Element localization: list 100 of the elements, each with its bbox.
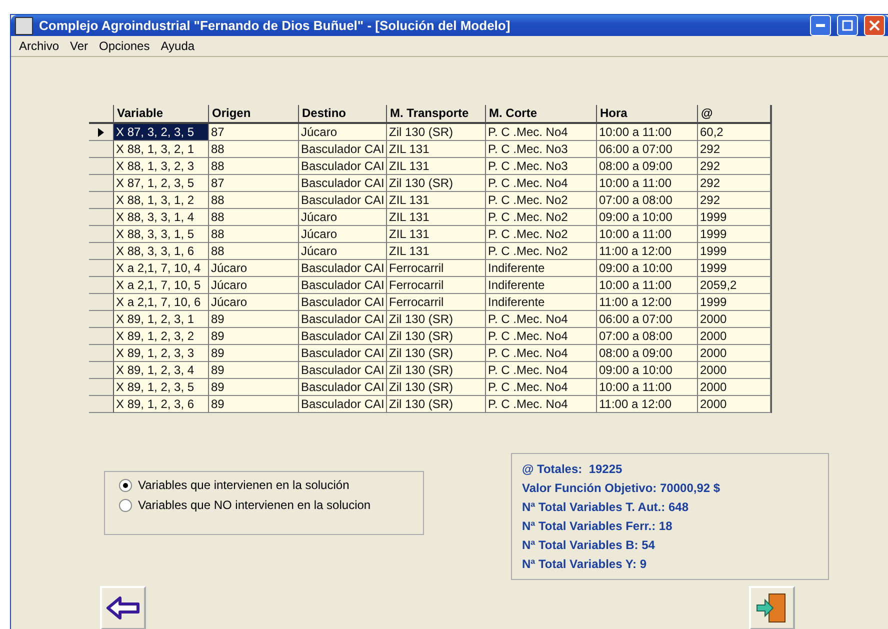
table-cell: 89 — [209, 362, 299, 379]
column-header[interactable]: Hora — [597, 105, 698, 124]
table-cell: 2000 — [698, 311, 771, 328]
column-header[interactable]: M. Corte — [486, 105, 597, 124]
row-selector[interactable] — [89, 311, 114, 328]
row-selector[interactable] — [89, 175, 114, 192]
row-selector[interactable] — [89, 260, 114, 277]
table-cell: X 88, 1, 3, 2, 1 — [114, 141, 209, 158]
table-cell: Zil 130 (SR) — [387, 175, 486, 192]
column-header[interactable]: Variable — [114, 105, 209, 124]
table-cell: X 89, 1, 2, 3, 3 — [114, 345, 209, 362]
table-cell: 88 — [209, 141, 299, 158]
menu-item[interactable]: Ver — [70, 39, 88, 53]
close-button[interactable] — [864, 15, 885, 36]
table-cell: P. C .Mec. No4 — [486, 328, 597, 345]
row-selector[interactable] — [89, 396, 114, 413]
table-cell: P. C .Mec. No4 — [486, 379, 597, 396]
maximize-icon — [842, 20, 853, 31]
table-cell: Basculador CAI — [299, 362, 387, 379]
column-header[interactable]: @ — [698, 105, 771, 124]
table-cell: Zil 130 (SR) — [387, 311, 486, 328]
table-cell: Basculador CAI — [299, 260, 387, 277]
table-cell: 292 — [698, 141, 771, 158]
table-cell: X a 2,1, 7, 10, 6 — [114, 294, 209, 311]
minimize-button[interactable] — [810, 15, 831, 36]
row-selector[interactable] — [89, 209, 114, 226]
table-cell: 2059,2 — [698, 277, 771, 294]
table-cell: 60,2 — [698, 124, 771, 141]
totals-line: Nª Total Variables Y: 9 — [522, 557, 648, 571]
row-selector[interactable] — [89, 124, 114, 141]
column-header[interactable]: M. Transporte — [387, 105, 486, 124]
totals-line: @ Totales: 19225 — [522, 462, 624, 476]
table-cell: Basculador CAI — [299, 379, 387, 396]
table-cell: 88 — [209, 226, 299, 243]
left-arrow-icon — [106, 596, 140, 620]
table-cell: 2000 — [698, 362, 771, 379]
table-cell: 1999 — [698, 226, 771, 243]
row-pointer-icon — [98, 128, 104, 136]
table-cell: P. C .Mec. No3 — [486, 141, 597, 158]
menu-item[interactable]: Ayuda — [160, 39, 195, 53]
table-cell: X 88, 3, 3, 1, 4 — [114, 209, 209, 226]
table-cell: 88 — [209, 192, 299, 209]
table-cell: Júcaro — [299, 124, 387, 141]
table-cell: X 88, 1, 3, 2, 3 — [114, 158, 209, 175]
table-cell: 89 — [209, 311, 299, 328]
row-selector[interactable] — [89, 192, 114, 209]
table-cell: 11:00 a 12:00 — [597, 294, 698, 311]
table-cell: X 88, 3, 3, 1, 5 — [114, 226, 209, 243]
row-selector[interactable] — [89, 345, 114, 362]
row-selector[interactable] — [89, 226, 114, 243]
menu-item[interactable]: Opciones — [99, 39, 150, 53]
column-header[interactable]: Origen — [209, 105, 299, 124]
table-cell: 11:00 a 12:00 — [597, 243, 698, 260]
maximize-button[interactable] — [837, 15, 858, 36]
table-cell: X 89, 1, 2, 3, 5 — [114, 379, 209, 396]
table-cell: Zil 130 (SR) — [387, 124, 486, 141]
radio-option[interactable]: Variables que NO intervienen en la solucion — [119, 498, 409, 512]
table-cell: 292 — [698, 192, 771, 209]
table-cell: P. C .Mec. No3 — [486, 158, 597, 175]
row-selector[interactable] — [89, 379, 114, 396]
table-cell: Júcaro — [209, 260, 299, 277]
table-cell: 88 — [209, 209, 299, 226]
row-selector[interactable] — [89, 362, 114, 379]
table-cell: 87 — [209, 175, 299, 192]
row-selector[interactable] — [89, 243, 114, 260]
table-cell: Indiferente — [486, 277, 597, 294]
menu-item[interactable]: Archivo — [19, 39, 60, 53]
table-cell: X 89, 1, 2, 3, 2 — [114, 328, 209, 345]
exit-button[interactable] — [749, 586, 795, 629]
table-cell: X a 2,1, 7, 10, 5 — [114, 277, 209, 294]
column-header[interactable]: Destino — [299, 105, 387, 124]
radio-label: Variables que intervienen en la solución — [138, 478, 350, 492]
table-cell: Zil 130 (SR) — [387, 396, 486, 413]
table-cell: 10:00 a 11:00 — [597, 277, 698, 294]
table-cell: 292 — [698, 175, 771, 192]
table-cell: P. C .Mec. No4 — [486, 124, 597, 141]
row-selector[interactable] — [89, 158, 114, 175]
table-cell: 1999 — [698, 209, 771, 226]
row-selector[interactable] — [89, 141, 114, 158]
radio-label: Variables que NO intervienen en la solucion — [138, 498, 371, 512]
table-cell: 10:00 a 11:00 — [597, 379, 698, 396]
table-cell: Basculador CAI — [299, 294, 387, 311]
table-cell: Basculador CAI — [299, 396, 387, 413]
table-cell: 89 — [209, 328, 299, 345]
radio-button[interactable] — [119, 478, 132, 492]
table-cell: 08:00 a 09:00 — [597, 158, 698, 175]
minimize-icon — [816, 24, 825, 27]
radio-button[interactable] — [119, 498, 132, 512]
row-selector[interactable] — [89, 294, 114, 311]
back-button[interactable] — [100, 586, 146, 629]
table-cell: Júcaro — [299, 209, 387, 226]
row-selector[interactable] — [89, 277, 114, 294]
table-cell: Basculador CAI — [299, 311, 387, 328]
table-cell: 09:00 a 10:00 — [597, 260, 698, 277]
table-cell: Basculador CAI — [299, 141, 387, 158]
radio-option[interactable]: Variables que intervienen en la solución — [119, 478, 409, 492]
table-cell: P. C .Mec. No2 — [486, 209, 597, 226]
table-cell: 2000 — [698, 328, 771, 345]
row-selector[interactable] — [89, 328, 114, 345]
table-cell: ZIL 131 — [387, 209, 486, 226]
